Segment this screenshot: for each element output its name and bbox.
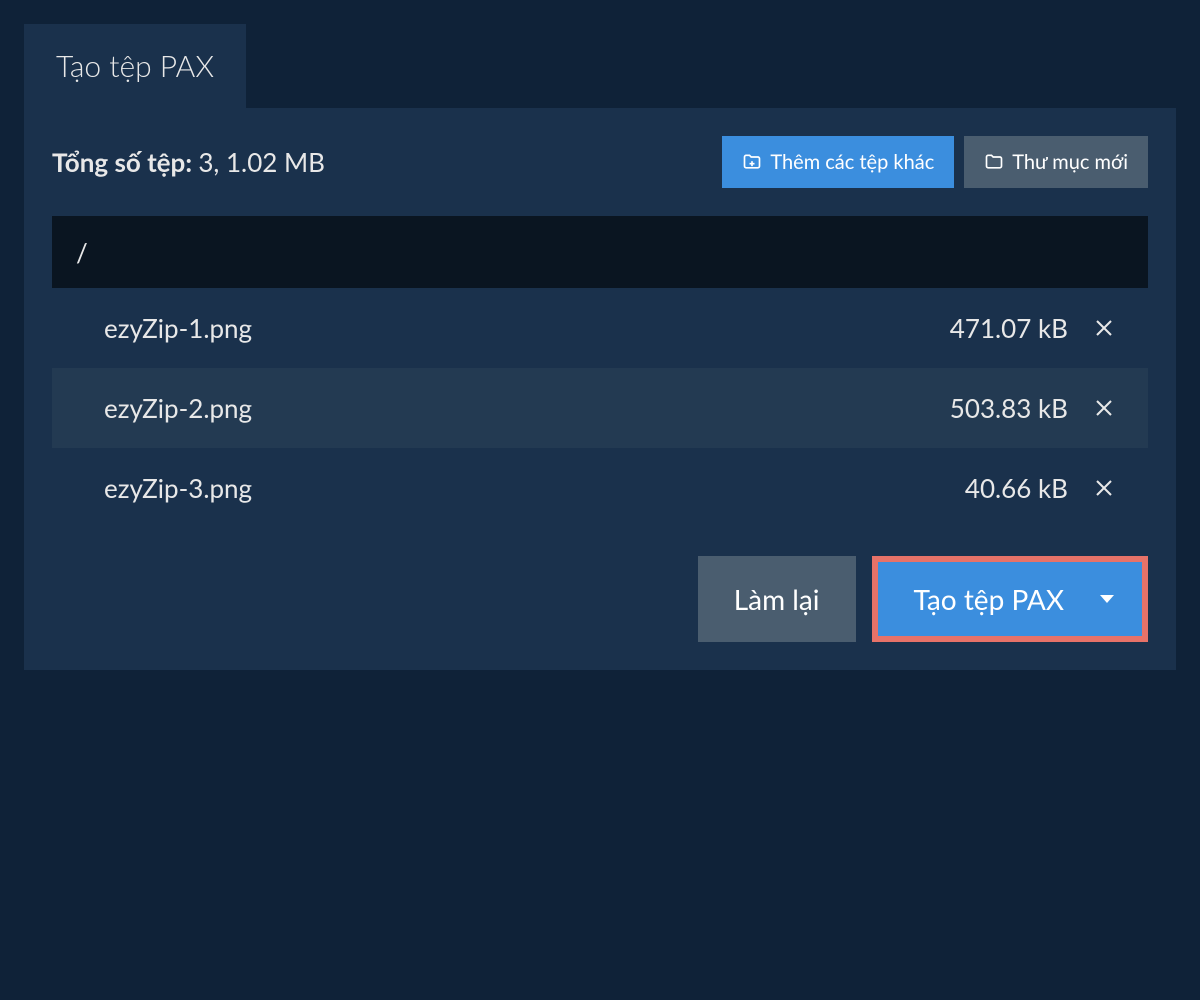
total-files-label: Tổng số tệp: xyxy=(52,146,198,178)
new-folder-label: Thư mục mới xyxy=(1012,150,1128,174)
file-name: ezyZip-2.png xyxy=(84,392,950,424)
caret-down-icon xyxy=(1100,595,1114,603)
file-row: ezyZip-3.png 40.66 kB xyxy=(52,448,1148,528)
create-button-highlight: Tạo tệp PAX xyxy=(872,556,1148,642)
header-button-group: Thêm các tệp khác Thư mục mới xyxy=(722,136,1148,188)
main-panel: Tổng số tệp: 3, 1.02 MB Thêm các tệp khá… xyxy=(24,108,1176,670)
tab-create-pax[interactable]: Tạo tệp PAX xyxy=(24,24,246,108)
reset-label: Làm lại xyxy=(734,582,820,616)
file-row: ezyZip-1.png 471.07 kB xyxy=(52,288,1148,368)
remove-file-button[interactable] xyxy=(1092,316,1116,340)
remove-file-button[interactable] xyxy=(1092,476,1116,500)
reset-button[interactable]: Làm lại xyxy=(698,556,856,642)
total-files-summary: Tổng số tệp: 3, 1.02 MB xyxy=(52,146,325,178)
add-more-files-button[interactable]: Thêm các tệp khác xyxy=(722,136,954,188)
close-icon xyxy=(1092,316,1116,340)
total-files-value: 3, 1.02 MB xyxy=(198,146,325,178)
create-pax-button[interactable]: Tạo tệp PAX xyxy=(878,562,1142,636)
close-icon xyxy=(1092,476,1116,500)
path-row[interactable]: / xyxy=(52,216,1148,288)
add-more-files-label: Thêm các tệp khác xyxy=(770,150,934,174)
file-row: ezyZip-2.png 503.83 kB xyxy=(52,368,1148,448)
folder-plus-icon xyxy=(742,152,762,172)
remove-file-button[interactable] xyxy=(1092,396,1116,420)
header-row: Tổng số tệp: 3, 1.02 MB Thêm các tệp khá… xyxy=(52,136,1148,188)
file-list: / ezyZip-1.png 471.07 kB ezyZip-2.png xyxy=(52,216,1148,528)
footer-row: Làm lại Tạo tệp PAX xyxy=(52,556,1148,642)
file-size: 40.66 kB xyxy=(965,472,1068,504)
file-name: ezyZip-3.png xyxy=(84,472,965,504)
path-text: / xyxy=(76,236,88,268)
tab-label: Tạo tệp PAX xyxy=(56,48,214,84)
file-name: ezyZip-1.png xyxy=(84,312,950,344)
new-folder-button[interactable]: Thư mục mới xyxy=(964,136,1148,188)
file-size: 503.83 kB xyxy=(950,392,1068,424)
create-label: Tạo tệp PAX xyxy=(914,582,1064,616)
file-size: 471.07 kB xyxy=(950,312,1068,344)
close-icon xyxy=(1092,396,1116,420)
folder-icon xyxy=(984,152,1004,172)
